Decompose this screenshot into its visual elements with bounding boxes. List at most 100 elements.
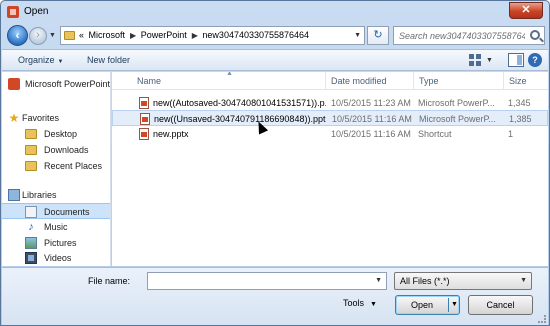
- tools-label: Tools: [343, 298, 365, 308]
- navigation-pane: Microsoft PowerPoint ★ Favorites Desktop…: [2, 72, 111, 266]
- breadcrumb-powerpoint[interactable]: PowerPoint: [141, 30, 187, 40]
- open-options-caret-icon[interactable]: ▼: [451, 296, 458, 314]
- back-button[interactable]: ‹: [7, 25, 28, 46]
- powerpoint-file-icon: [140, 113, 150, 125]
- nav-item-label: Videos: [44, 253, 72, 263]
- nav-item-desktop[interactable]: Desktop: [2, 126, 110, 142]
- nav-item-label: Recent Places: [44, 161, 103, 171]
- nav-item-label: Desktop: [44, 129, 78, 139]
- title-bar: Open ✕: [1, 1, 549, 23]
- column-divider: [413, 72, 414, 90]
- chevron-right-icon[interactable]: ▶: [192, 31, 198, 40]
- nav-item-label: Downloads: [44, 145, 89, 155]
- cancel-button[interactable]: Cancel: [468, 295, 533, 315]
- breadcrumb-current-folder[interactable]: new304740330755876464: [202, 30, 309, 40]
- file-name-input[interactable]: ▼: [147, 272, 387, 290]
- nav-item-music[interactable]: ♪ Music: [2, 219, 110, 235]
- dialog-title: Open: [24, 6, 49, 17]
- file-row[interactable]: new((Unsaved-304740791186690848)).ppt 10…: [112, 110, 548, 126]
- refresh-button[interactable]: ↻: [367, 26, 389, 45]
- powerpoint-icon: [8, 78, 20, 90]
- nav-item-microsoft-powerpoint[interactable]: Microsoft PowerPoint: [2, 76, 111, 92]
- address-dropdown-icon[interactable]: ▼: [354, 32, 361, 39]
- nav-item-downloads[interactable]: Downloads: [2, 142, 110, 158]
- command-bar: Organize ▼ New folder ▼ ?: [2, 49, 548, 71]
- preview-pane-icon[interactable]: [508, 53, 524, 67]
- nav-item-label: Microsoft PowerPoint: [25, 79, 111, 89]
- column-header-type[interactable]: Type: [419, 76, 439, 86]
- address-bar[interactable]: « Microsoft ▶ PowerPoint ▶ new304740330755…: [60, 26, 365, 45]
- file-list: ▲ Name Date modified Type Size new((Auto…: [112, 72, 548, 266]
- column-divider: [325, 72, 326, 90]
- breadcrumb-microsoft[interactable]: Microsoft: [89, 30, 126, 40]
- file-type: Microsoft PowerP...: [419, 114, 496, 124]
- file-date: 10/5/2015 11:23 AM: [331, 98, 411, 108]
- star-icon: ★: [8, 111, 20, 125]
- search-input[interactable]: Search new304740330755876464: [393, 26, 545, 45]
- file-name-label: File name:: [88, 276, 131, 286]
- music-icon: ♪: [28, 221, 34, 233]
- chevron-down-icon[interactable]: ▼: [375, 277, 382, 284]
- column-headers: ▲ Name Date modified Type Size: [112, 72, 548, 90]
- organize-label: Organize: [18, 55, 55, 65]
- document-icon: [25, 206, 37, 218]
- file-size: 1: [508, 129, 514, 139]
- forward-button[interactable]: ›: [29, 27, 47, 45]
- nav-item-videos[interactable]: Videos: [2, 250, 110, 266]
- file-name: new.pptx: [153, 129, 189, 139]
- column-header-name[interactable]: Name: [137, 76, 161, 86]
- file-size: 1,385: [509, 114, 532, 124]
- tools-button[interactable]: Tools ▼: [343, 298, 377, 308]
- chevron-down-icon: ▼: [520, 277, 527, 284]
- file-row[interactable]: new.pptx 10/5/2015 11:16 AM Shortcut 1: [112, 126, 548, 142]
- file-row[interactable]: new((Autosaved-304740801041531571)).p...…: [112, 95, 548, 111]
- nav-header-libraries[interactable]: Libraries: [2, 187, 110, 203]
- recent-places-icon: [25, 161, 37, 171]
- nav-item-label: Documents: [44, 207, 90, 217]
- chevron-right-icon[interactable]: ▶: [130, 31, 136, 40]
- breadcrumb-overflow[interactable]: «: [79, 30, 84, 40]
- column-divider: [503, 72, 504, 90]
- open-dialog: Open ✕ ‹ › ▼ « Microsoft ▶ PowerPoint ▶ ne…: [0, 0, 550, 326]
- powerpoint-file-icon: [139, 97, 149, 109]
- close-button[interactable]: ✕: [509, 2, 543, 19]
- nav-item-recent-places[interactable]: Recent Places: [2, 158, 110, 174]
- desktop-icon: [25, 129, 37, 139]
- search-placeholder: Search new304740330755876464: [399, 31, 525, 41]
- caret-down-icon: ▼: [57, 59, 64, 65]
- column-header-date-modified[interactable]: Date modified: [331, 76, 387, 86]
- file-type: Shortcut: [418, 129, 452, 139]
- nav-item-pictures[interactable]: Pictures: [2, 235, 110, 251]
- file-name: new((Unsaved-304740791186690848)).ppt: [154, 114, 326, 124]
- video-icon: [25, 252, 37, 264]
- sort-ascending-icon: ▲: [226, 72, 233, 77]
- dialog-footer: File name: ▼ All Files (*.*) ▼ Tools ▼ Op…: [2, 267, 548, 325]
- file-type-filter[interactable]: All Files (*.*) ▼: [394, 272, 532, 290]
- file-date: 10/5/2015 11:16 AM: [331, 129, 411, 139]
- shortcut-file-icon: [139, 128, 149, 140]
- nav-item-documents[interactable]: Documents: [2, 203, 110, 219]
- new-folder-button[interactable]: New folder: [87, 55, 130, 65]
- recent-locations-dropdown[interactable]: ▼: [49, 32, 56, 39]
- split-divider: [448, 298, 449, 312]
- organize-button[interactable]: Organize ▼: [18, 55, 63, 65]
- file-type-filter-value: All Files (*.*): [400, 276, 450, 286]
- breadcrumb: « Microsoft ▶ PowerPoint ▶ new304740330755…: [79, 30, 311, 40]
- help-icon[interactable]: ?: [528, 53, 542, 67]
- picture-icon: [25, 237, 37, 249]
- nav-item-label: Favorites: [22, 113, 60, 123]
- downloads-icon: [25, 145, 37, 155]
- nav-header-favorites[interactable]: ★ Favorites: [2, 110, 110, 126]
- column-header-size[interactable]: Size: [509, 76, 527, 86]
- file-name: new((Autosaved-304740801041531571)).p...: [153, 98, 326, 108]
- nav-item-label: Pictures: [44, 238, 77, 248]
- file-size: 1,345: [508, 98, 531, 108]
- nav-item-label: Music: [44, 222, 68, 232]
- change-view-icon[interactable]: [468, 53, 484, 67]
- open-button[interactable]: Open ▼: [395, 295, 460, 315]
- resize-grip-icon[interactable]: [538, 315, 546, 323]
- powerpoint-icon: [7, 6, 19, 18]
- view-options-caret-icon[interactable]: ▼: [486, 57, 502, 71]
- search-icon: [530, 30, 540, 40]
- caret-down-icon: ▼: [370, 301, 377, 308]
